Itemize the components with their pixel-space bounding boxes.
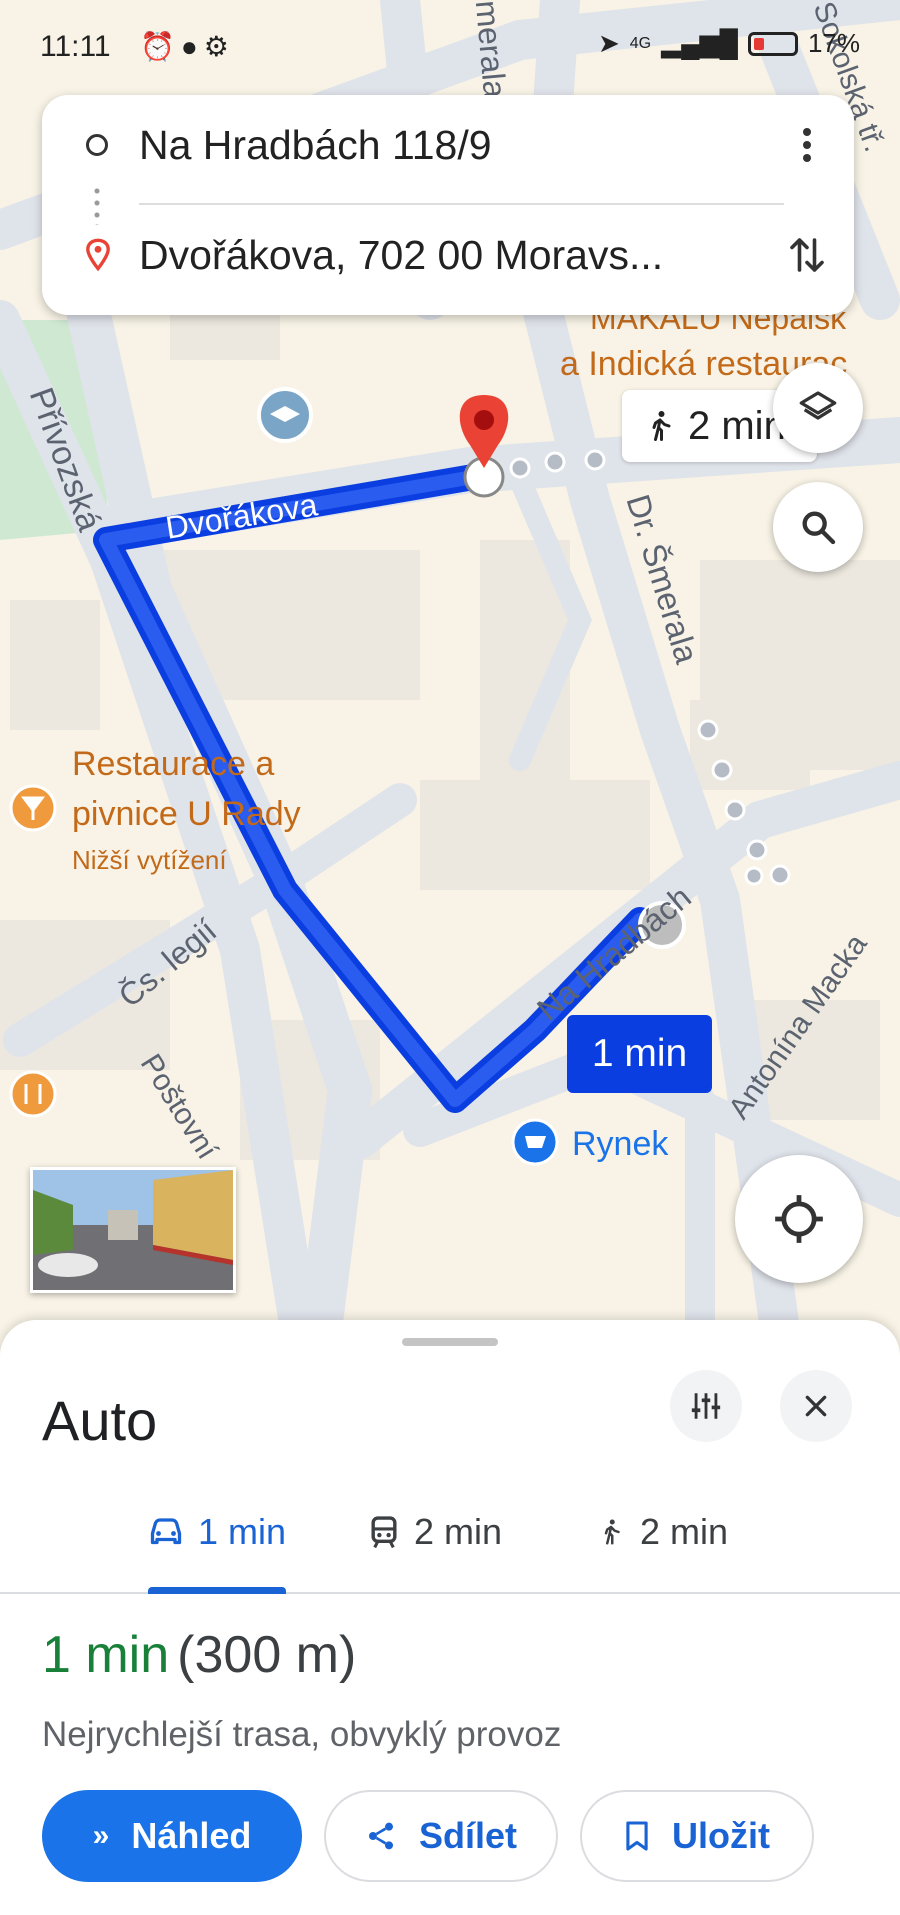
route-description: Nejrychlejší trasa, obvyklý provoz [42,1715,562,1754]
battery-icon [747,31,798,56]
travel-mode-title: Auto [42,1389,158,1452]
walking-time-label: 2 min [688,403,786,448]
preview-button-label: Náhled [131,1815,252,1856]
preview-button[interactable]: » Náhled [42,1790,302,1882]
status-time: 11:11 [40,30,111,63]
route-options-button[interactable] [670,1370,742,1442]
route-summary: 1 min (300 m) [42,1625,356,1685]
share-icon [368,1822,393,1850]
tab-walking-label: 2 min [640,1511,729,1552]
poi-restaurant-name-line2[interactable]: pivnice U Rady [72,795,301,834]
street-view-thumbnail[interactable] [30,1167,236,1293]
origin-input[interactable]: Na Hradbách 118/9 [139,122,492,169]
origin-circle-icon [86,134,108,156]
active-tab-indicator [148,1587,286,1594]
status-notification-icons: ⏰●⚙ [140,31,235,62]
directions-bottom-sheet: Auto 1 min 2 min 2 min 1 min (300 m) Nejr… [0,1320,900,1915]
layers-icon [799,391,837,420]
route-duration-label[interactable]: 1 min [567,1015,712,1093]
bookmark-icon [626,1821,648,1851]
status-right-group: ➤ 4G ▂▄▆█ 17% [598,28,860,59]
swap-button[interactable] [782,225,832,285]
destination-input[interactable]: Dvořákova, 702 00 Moravs... [139,232,663,279]
tab-transit-label: 2 min [414,1511,503,1552]
status-bar: 11:11 ⏰●⚙ ➤ 4G ▂▄▆█ 17% [0,0,900,95]
signal-icon: ▂▄▆█ [661,28,738,58]
route-distance: (300 m) [177,1626,357,1684]
tab-transit[interactable]: 2 min [368,1502,502,1562]
double-chevron-icon: » [92,1819,110,1852]
battery-percent: 17% [807,28,860,58]
search-icon [802,511,836,545]
route-duration: 1 min [42,1626,170,1684]
save-button[interactable]: Uložit [580,1790,814,1882]
tab-walking[interactable]: 2 min [596,1502,728,1562]
layers-button[interactable] [773,363,863,453]
directions-search-card: Na Hradbách 118/9 Dvořákova, 702 00 Mora… [42,95,854,315]
drag-handle[interactable] [402,1338,498,1346]
close-icon [805,1395,827,1417]
transit-icon [371,1516,397,1549]
more-vert-icon [803,128,811,162]
action-buttons: » Náhled Sdílet Uložit [42,1790,814,1882]
tab-driving-label: 1 min [198,1511,287,1552]
destination-pin-icon [86,238,110,272]
more-options-button[interactable] [792,115,822,175]
save-button-label: Uložit [672,1815,770,1856]
location-arrow-icon: ➤ [597,28,620,58]
walk-icon [652,411,671,441]
walk-icon [604,1519,620,1545]
share-button-label: Sdílet [418,1815,517,1856]
tab-driving[interactable]: 1 min [148,1502,286,1562]
share-button[interactable]: Sdílet [324,1790,558,1882]
my-location-icon [775,1195,823,1243]
travel-mode-tabs: 1 min 2 min 2 min [0,1482,900,1594]
close-button[interactable] [780,1370,852,1442]
origin-row[interactable]: Na Hradbách 118/9 [42,95,854,195]
poi-restaurant-name-line1[interactable]: Restaurace a [72,745,274,784]
swap-vert-icon [790,238,824,272]
poi-store-label[interactable]: Rynek [572,1125,668,1164]
car-icon [150,1518,182,1545]
destination-row[interactable]: Dvořákova, 702 00 Moravs... [42,205,854,305]
search-along-route-button[interactable] [773,482,863,572]
network-type: 4G [629,34,652,52]
poi-restaurant-busyness: Nižší vytížení [72,845,227,875]
my-location-button[interactable] [735,1155,863,1283]
tune-icon [691,1393,721,1419]
